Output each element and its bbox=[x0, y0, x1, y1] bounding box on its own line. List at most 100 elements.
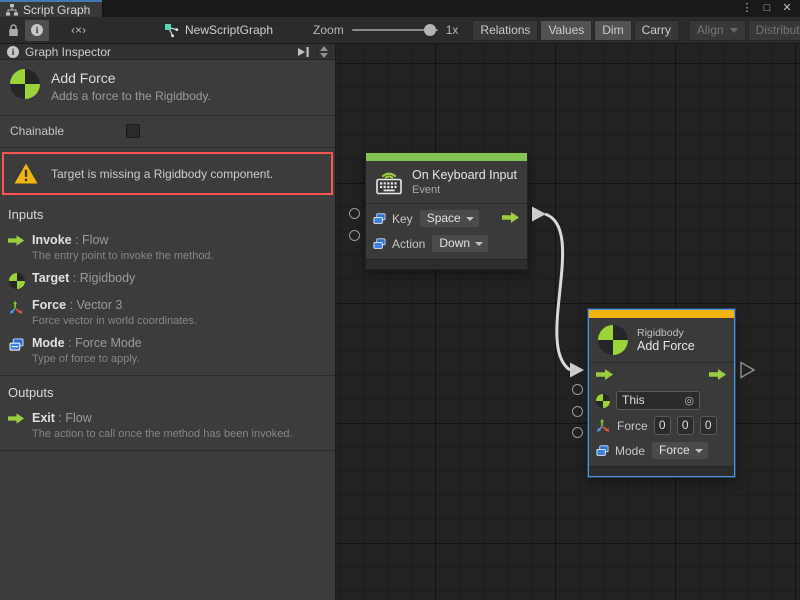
port-item-exit: Exit : Flow The action to call once the … bbox=[0, 408, 335, 446]
zoom-slider[interactable] bbox=[352, 29, 438, 31]
carry-button[interactable]: Carry bbox=[634, 20, 679, 41]
action-port-circle[interactable] bbox=[349, 230, 360, 241]
graph-inspector-panel: Graph Inspector Add Force Adds a force t… bbox=[0, 44, 336, 600]
flow-wire[interactable] bbox=[545, 214, 570, 370]
trigger-out-port-icon[interactable] bbox=[502, 212, 520, 226]
toolbar-buttons: Relations Values Dim Carry Align Distrib… bbox=[472, 20, 800, 41]
event-colorbar bbox=[366, 153, 527, 161]
zoom-control: Zoom 1x bbox=[313, 23, 458, 37]
force-z-field[interactable]: 0 bbox=[700, 416, 717, 435]
action-dropdown[interactable]: Down bbox=[431, 234, 489, 253]
node-category: Rigidbody bbox=[637, 327, 695, 339]
lock-icon bbox=[8, 24, 19, 37]
node-title: Add Force bbox=[637, 339, 695, 353]
node-subtitle: Event bbox=[412, 184, 517, 196]
zoom-value: 1x bbox=[446, 23, 459, 37]
flow-in-port-icon[interactable] bbox=[596, 369, 614, 383]
panel-spinner[interactable] bbox=[316, 45, 331, 59]
force-label: Force bbox=[617, 419, 648, 433]
flow-out-port-icon[interactable] bbox=[709, 369, 727, 383]
force-x-field[interactable]: 0 bbox=[654, 416, 671, 435]
chainable-row: Chainable bbox=[0, 116, 335, 148]
object-picker-icon[interactable]: ◎ bbox=[684, 394, 694, 407]
chevron-down-icon bbox=[730, 28, 738, 33]
inspector-header: Graph Inspector bbox=[0, 44, 335, 60]
rigidbody-icon bbox=[596, 394, 610, 408]
flow-arrow-icon bbox=[8, 233, 25, 262]
relations-button[interactable]: Relations bbox=[472, 20, 538, 41]
node-footer bbox=[589, 466, 734, 476]
lock-button[interactable] bbox=[2, 20, 25, 41]
action-label: Action bbox=[392, 237, 425, 251]
node-header: On Keyboard Input Event bbox=[366, 161, 527, 204]
graph-canvas[interactable]: On Keyboard Input Event Key Space bbox=[336, 44, 800, 600]
spin-down-icon bbox=[320, 53, 328, 58]
menu-icon[interactable]: ⋮ bbox=[739, 1, 755, 16]
port-item-invoke: Invoke : Flow The entry point to invoke … bbox=[0, 230, 335, 268]
close-icon[interactable]: ✕ bbox=[779, 1, 795, 16]
zoom-label: Zoom bbox=[313, 23, 344, 37]
mode-port-circle[interactable] bbox=[572, 427, 583, 438]
mode-row: Mode Force bbox=[589, 438, 734, 466]
action-row: Action Down bbox=[366, 231, 527, 259]
graph-asset-name: NewScriptGraph bbox=[185, 23, 273, 37]
vector3-icon bbox=[8, 298, 25, 327]
maximize-icon[interactable]: □ bbox=[759, 1, 775, 16]
zoom-slider-handle[interactable] bbox=[424, 24, 436, 36]
window-controls: ⋮ □ ✕ bbox=[739, 0, 800, 17]
force-y-field[interactable]: 0 bbox=[677, 416, 694, 435]
code-preview-button[interactable]: ‹×› bbox=[65, 20, 92, 41]
key-dropdown[interactable]: Space bbox=[419, 209, 480, 228]
distribute-dropdown-button[interactable]: Distribute bbox=[748, 20, 800, 41]
port-item-target: Target : Rigidbody bbox=[0, 268, 335, 295]
graph-asset-breadcrumb[interactable]: NewScriptGraph bbox=[164, 23, 273, 38]
outputs-title: Outputs bbox=[0, 383, 335, 408]
port-item-force: Force : Vector 3 Force vector in world c… bbox=[0, 295, 335, 333]
flow-row bbox=[589, 363, 734, 388]
enum-icon bbox=[596, 445, 609, 457]
unit-title: Add Force bbox=[51, 70, 211, 86]
node-on-keyboard-input[interactable]: On Keyboard Input Event Key Space bbox=[365, 152, 528, 270]
target-port-circle[interactable] bbox=[572, 384, 583, 395]
tab-script-graph[interactable]: Script Graph bbox=[0, 0, 102, 17]
inspector-toggle-button[interactable] bbox=[25, 20, 49, 41]
chainable-checkbox[interactable] bbox=[126, 124, 140, 138]
flow-arrow-icon bbox=[8, 411, 25, 440]
inspector-title: Graph Inspector bbox=[25, 45, 111, 59]
source-port-triangle[interactable] bbox=[532, 207, 546, 222]
unconnected-out-triangle[interactable] bbox=[741, 363, 754, 378]
rigidbody-icon bbox=[8, 271, 25, 289]
rigidbody-icon bbox=[598, 325, 628, 355]
inputs-title: Inputs bbox=[0, 205, 335, 230]
node-title: On Keyboard Input bbox=[412, 168, 517, 182]
enum-icon bbox=[373, 238, 386, 250]
warning-text: Target is missing a Rigidbody component. bbox=[51, 167, 273, 181]
enum-icon bbox=[373, 213, 386, 225]
key-port-circle[interactable] bbox=[349, 208, 360, 219]
align-dropdown-button[interactable]: Align bbox=[689, 20, 746, 41]
script-graph-window: Script Graph ⋮ □ ✕ ‹×› bbox=[0, 0, 800, 600]
graph-toolbar: ‹×› NewScriptGraph Zoom 1x Relations Val… bbox=[0, 17, 800, 44]
node-footer bbox=[366, 259, 527, 269]
dest-port-triangle[interactable] bbox=[570, 363, 584, 378]
target-field[interactable]: This ◎ bbox=[616, 391, 700, 410]
warning-colorbar bbox=[589, 310, 734, 318]
tab-label: Script Graph bbox=[23, 3, 90, 17]
values-button[interactable]: Values bbox=[540, 20, 592, 41]
inputs-section: Inputs Invoke : Flow The entry point to … bbox=[0, 198, 335, 376]
force-port-circle[interactable] bbox=[572, 406, 583, 417]
rigidbody-icon bbox=[10, 69, 40, 99]
outputs-section: Outputs Exit : Flow The action to call o… bbox=[0, 376, 335, 451]
graph-hierarchy-icon bbox=[6, 4, 18, 16]
chainable-label: Chainable bbox=[10, 124, 64, 138]
mode-label: Mode bbox=[615, 444, 645, 458]
target-row: This ◎ bbox=[589, 388, 734, 413]
script-graph-asset-icon bbox=[164, 23, 179, 38]
node-add-force[interactable]: Rigidbody Add Force This ◎ bbox=[588, 309, 735, 477]
mode-dropdown[interactable]: Force bbox=[651, 441, 709, 460]
dock-panel-icon[interactable] bbox=[297, 46, 310, 58]
key-row: Key Space bbox=[366, 204, 527, 231]
keyboard-icon bbox=[375, 170, 403, 195]
warning-icon bbox=[14, 163, 38, 184]
dim-button[interactable]: Dim bbox=[594, 20, 631, 41]
